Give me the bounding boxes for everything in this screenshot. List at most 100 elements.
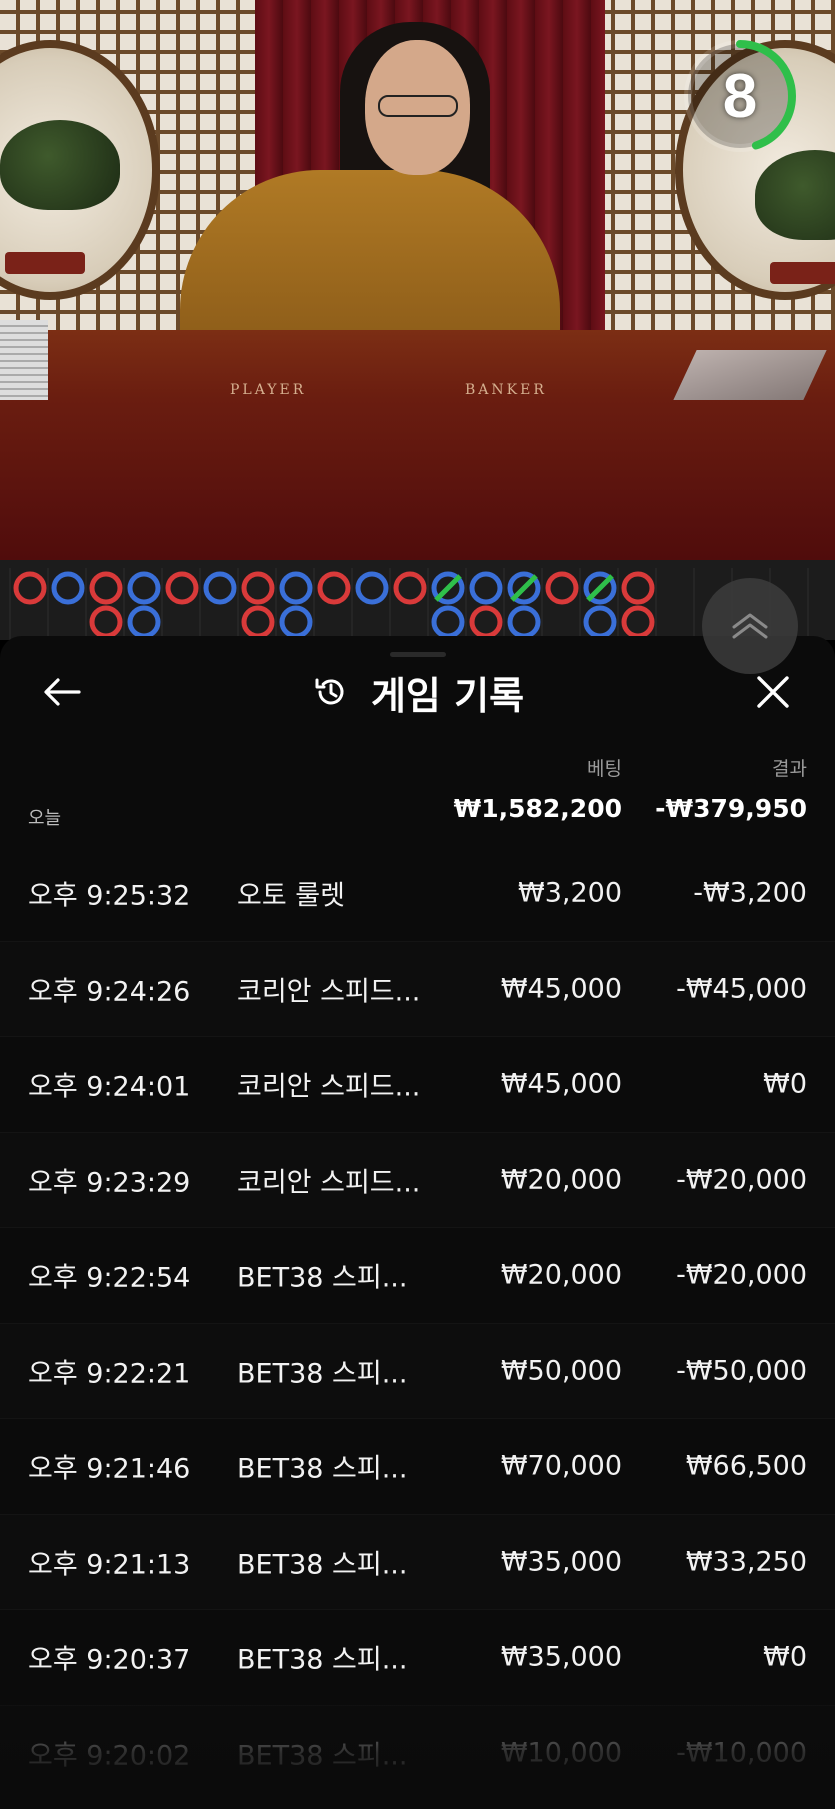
row-bet: ₩45,000 [500, 1068, 622, 1100]
history-row[interactable]: 오후 9:21:46 BET38 스피... ₩70,000 ₩66,500 [0, 1419, 835, 1515]
bead-banker [469, 605, 503, 639]
history-row[interactable]: 오후 9:24:01 코리안 스피드... ₩45,000 ₩0 [0, 1037, 835, 1133]
history-row[interactable]: 오후 9:20:02 BET38 스피... ₩10,000 -₩10,000 [0, 1705, 835, 1801]
dealer-glasses [378, 95, 458, 117]
row-result: -₩10,000 [676, 1737, 807, 1769]
row-time: 오후 9:22:21 [28, 1358, 191, 1390]
bead-player [279, 571, 313, 605]
bead-banker [545, 571, 579, 605]
row-time: 오후 9:25:32 [28, 880, 191, 912]
bead-banker [393, 571, 427, 605]
row-time: 오후 9:24:01 [28, 1071, 191, 1103]
row-game: BET38 스피... [237, 1644, 408, 1676]
bead-player [127, 605, 161, 639]
bead-player [469, 571, 503, 605]
close-icon [757, 676, 789, 708]
row-time: 오후 9:21:46 [28, 1453, 191, 1485]
row-bet: ₩50,000 [500, 1355, 622, 1387]
total-bet: ₩1,582,200 [453, 794, 622, 823]
total-result: -₩379,950 [655, 794, 807, 823]
history-icon [315, 678, 344, 705]
history-row[interactable]: 오후 9:21:13 BET38 스피... ₩35,000 ₩33,250 [0, 1514, 835, 1610]
history-row[interactable]: 오후 9:22:21 BET38 스피... ₩50,000 -₩50,000 [0, 1323, 835, 1419]
bead-player [431, 605, 465, 639]
bead-player [583, 605, 617, 639]
bead-banker [89, 571, 123, 605]
row-time: 오후 9:23:29 [28, 1167, 191, 1199]
row-time: 오후 9:21:13 [28, 1549, 191, 1581]
bet-column-header: 베팅 [587, 758, 622, 780]
bead-player [127, 571, 161, 605]
row-bet: ₩45,000 [500, 973, 622, 1005]
sheet-title: 게임 기록 [370, 673, 525, 718]
row-game: 오토 룰렛 [237, 880, 345, 912]
countdown-number: 8 [722, 61, 758, 131]
bead-banker [241, 605, 275, 639]
row-game: 코리안 스피드... [237, 976, 421, 1008]
row-result: ₩0 [763, 1641, 807, 1673]
row-result: -₩3,200 [693, 877, 807, 909]
table-label-banker: BANKER [465, 382, 547, 398]
history-row[interactable]: 오후 9:25:32 오토 룰렛 ₩3,200 -₩3,200 [0, 846, 835, 942]
row-game: BET38 스피... [237, 1740, 408, 1772]
bead-player [203, 571, 237, 605]
result-column-header: 결과 [772, 758, 807, 780]
pot-left [5, 252, 85, 274]
row-result: -₩50,000 [676, 1355, 807, 1387]
row-bet: ₩3,200 [518, 877, 622, 909]
bead-banker [165, 571, 199, 605]
bead-player [355, 571, 389, 605]
bonsai-left [0, 120, 120, 210]
row-result: -₩20,000 [676, 1259, 807, 1291]
bead-banker [13, 571, 47, 605]
row-bet: ₩70,000 [500, 1450, 622, 1482]
arrow-left-icon [44, 678, 81, 706]
expand-roadmap-button[interactable] [702, 578, 798, 674]
bead-banker [621, 605, 655, 639]
history-row[interactable]: 오후 9:24:26 코리안 스피드... ₩45,000 -₩45,000 [0, 941, 835, 1037]
chip-stack [0, 320, 48, 400]
back-button[interactable] [32, 666, 92, 718]
table-label-player: PLAYER [230, 382, 307, 398]
summary-header: 베팅 결과 오늘 ₩1,582,200 -₩379,950 [0, 754, 835, 844]
live-video: PLAYER BANKER 8 [0, 0, 835, 560]
row-game: BET38 스피... [237, 1358, 408, 1390]
history-row[interactable]: 오후 9:20:37 BET38 스피... ₩35,000 ₩0 [0, 1610, 835, 1706]
row-result: -₩20,000 [676, 1164, 807, 1196]
bead-banker [89, 605, 123, 639]
row-time: 오후 9:20:02 [28, 1740, 191, 1772]
row-bet: ₩10,000 [500, 1737, 622, 1769]
chevron-up-icon [732, 613, 768, 639]
bead-player [507, 605, 541, 639]
row-time: 오후 9:22:54 [28, 1262, 191, 1294]
row-bet: ₩35,000 [500, 1641, 622, 1673]
bead-banker [621, 571, 655, 605]
row-result: -₩45,000 [676, 973, 807, 1005]
row-game: 코리안 스피드... [237, 1071, 421, 1103]
row-game: BET38 스피... [237, 1453, 408, 1485]
row-time: 오후 9:24:26 [28, 976, 191, 1008]
row-bet: ₩20,000 [500, 1164, 622, 1196]
row-result: ₩66,500 [685, 1450, 807, 1482]
sheet-header: 게임 기록 [0, 656, 835, 726]
bead-banker [241, 571, 275, 605]
row-game: BET38 스피... [237, 1549, 408, 1581]
game-history-sheet: 게임 기록 베팅 결과 오늘 ₩1,582,200 -₩379,950 오후 9… [0, 636, 835, 1809]
row-result: ₩33,250 [685, 1546, 807, 1578]
row-game: 코리안 스피드... [237, 1167, 421, 1199]
row-time: 오후 9:20:37 [28, 1644, 191, 1676]
title-group: 게임 기록 [0, 656, 835, 728]
bead-player [279, 605, 313, 639]
history-row[interactable]: 오후 9:23:29 코리안 스피드... ₩20,000 -₩20,000 [0, 1132, 835, 1228]
history-row[interactable]: 오후 9:22:54 BET38 스피... ₩20,000 -₩20,000 [0, 1228, 835, 1324]
pot-right [770, 262, 835, 284]
card-shoe [673, 350, 827, 400]
row-result: ₩0 [763, 1068, 807, 1100]
history-list: 오후 9:25:32 오토 룰렛 ₩3,200 -₩3,200 오후 9:24:… [0, 846, 835, 1801]
today-label: 오늘 [28, 808, 62, 829]
row-game: BET38 스피... [237, 1262, 408, 1294]
row-bet: ₩35,000 [500, 1546, 622, 1578]
row-bet: ₩20,000 [500, 1259, 622, 1291]
bead-player [51, 571, 85, 605]
bead-banker [317, 571, 351, 605]
